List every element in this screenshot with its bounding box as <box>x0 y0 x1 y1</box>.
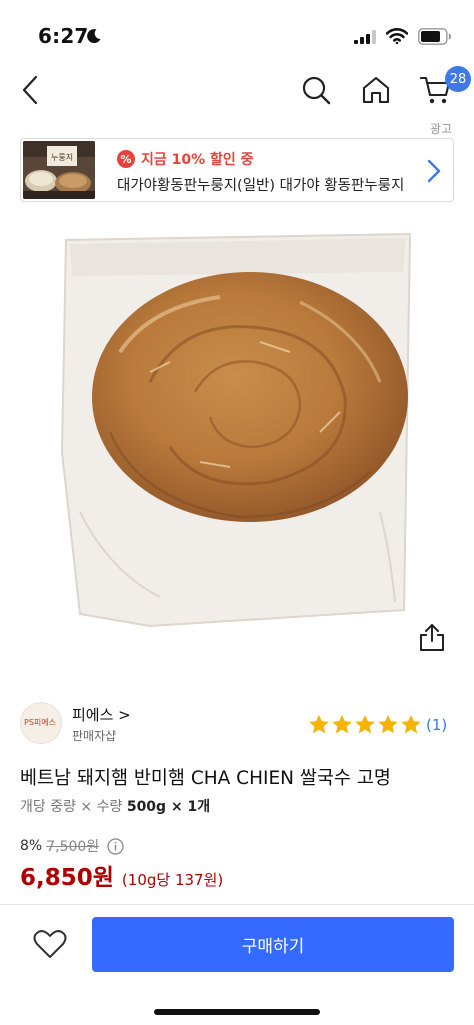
sale-price: 6,850원 <box>20 865 114 891</box>
home-button[interactable] <box>356 70 396 110</box>
status-bar: 6:27 <box>0 0 474 60</box>
status-time: 6:27 <box>38 24 89 48</box>
product-title: 베트남 돼지햄 반미햄 CHA CHIEN 쌀국수 고명 <box>20 768 391 789</box>
battery-icon <box>418 28 452 45</box>
unit-price: (10g당 137원) <box>121 871 224 889</box>
info-icon[interactable] <box>107 837 124 855</box>
chevron-left-icon <box>22 75 38 105</box>
star-icon <box>378 715 398 734</box>
bottom-action-bar: 구매하기 <box>0 905 474 1025</box>
ad-title: 대가야황동판누룽지(일반) 대가야 황동판누룽지 <box>117 178 405 194</box>
search-button[interactable] <box>296 70 336 110</box>
moon-icon <box>87 29 101 44</box>
seller-name[interactable]: 피에스 > <box>72 704 131 725</box>
ad-banner[interactable]: 누룽지 % 지금 10% 할인 중 대가야황동판누룽지(일반) 대가야 황동판누… <box>20 138 454 202</box>
original-price-row: 8% 7,500원 <box>20 836 124 856</box>
option-line: 개당 중량 × 수량 500g × 1개 <box>20 796 210 816</box>
percent-icon: % <box>117 150 135 168</box>
ad-discount-text: 지금 10% 할인 중 <box>141 152 254 168</box>
ad-thumb-caption: 누룽지 <box>51 153 74 162</box>
ad-label: 광고 <box>429 122 452 136</box>
original-price: 7,500원 <box>46 839 100 855</box>
search-icon <box>302 76 331 105</box>
cart-count-badge: 28 <box>445 66 471 92</box>
ad-discount-row: % 지금 10% 할인 중 <box>117 149 254 169</box>
wishlist-button[interactable] <box>30 925 70 963</box>
option-value: 500g × 1개 <box>126 799 211 815</box>
discount-rate: 8% <box>20 838 43 854</box>
sale-price-row: 6,850원 (10g당 137원) <box>20 858 223 892</box>
star-icon <box>309 715 329 734</box>
seller-shop-label: 판매자샵 <box>72 729 117 743</box>
seller-row: PS피에스 피에스 > 판매자샵 (1) <box>20 700 454 748</box>
seller-avatar-text: PS피에스 <box>24 718 56 727</box>
star-icon <box>401 715 421 734</box>
star-icon <box>332 715 352 734</box>
share-icon[interactable] <box>418 622 446 652</box>
top-nav-bar <box>0 64 474 120</box>
seller-avatar[interactable]: PS피에스 <box>20 702 62 744</box>
cellular-signal-icon <box>354 30 376 44</box>
review-count[interactable]: (1) <box>426 716 447 734</box>
ad-thumbnail: 누룽지 <box>23 141 95 199</box>
rating-stars[interactable] <box>308 714 422 735</box>
wifi-icon <box>386 28 408 44</box>
heart-icon <box>33 930 67 958</box>
back-button[interactable] <box>10 70 50 110</box>
ad-product-image <box>23 141 95 199</box>
home-indicator <box>154 1009 320 1015</box>
buy-button[interactable]: 구매하기 <box>92 917 454 972</box>
option-label: 개당 중량 × 수량 <box>20 799 123 815</box>
chevron-right-icon <box>427 159 441 183</box>
product-image <box>0 212 474 686</box>
star-icon <box>355 715 375 734</box>
home-icon <box>362 76 390 104</box>
